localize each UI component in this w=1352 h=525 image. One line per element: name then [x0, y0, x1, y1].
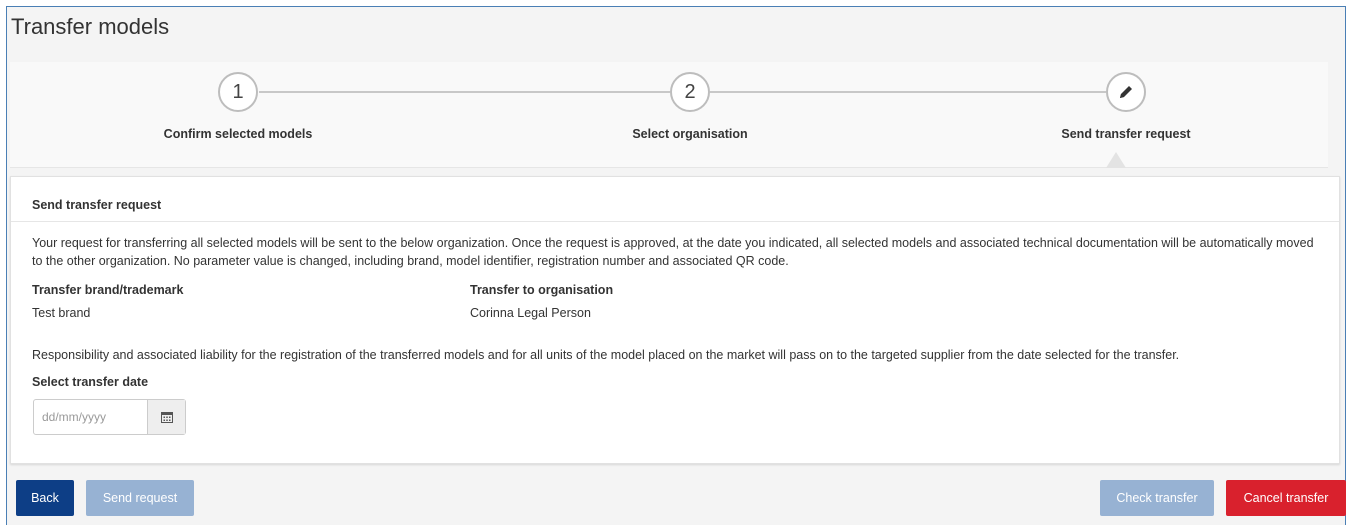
step-2-number: 2 [684, 80, 696, 103]
liability-text: Responsibility and associated liability … [32, 348, 1180, 362]
organisation-value: Corinna Legal Person [470, 306, 591, 320]
date-label: Select transfer date [32, 375, 149, 389]
step-connector-1 [259, 91, 670, 93]
organisation-label: Transfer to organisation [470, 283, 614, 297]
step-1-circle: 1 [218, 72, 258, 112]
step-3-label: Send transfer request [1061, 127, 1191, 141]
calendar-icon [160, 412, 173, 423]
check-transfer-button[interactable]: Check transfer [1100, 480, 1214, 516]
brand-label: Transfer brand/trademark [32, 283, 184, 297]
brand-value: Test brand [32, 306, 91, 320]
transfer-request-card: Send transfer request Your request for t… [10, 176, 1340, 464]
step-2-circle: 2 [670, 72, 710, 112]
send-request-button[interactable]: Send request [86, 480, 194, 516]
progress-stepper: 1 2 Confirm selected models Select organ… [10, 62, 1328, 168]
transfer-date-input[interactable] [34, 400, 147, 434]
step-1-label: Confirm selected models [163, 127, 313, 141]
back-button[interactable]: Back [16, 480, 74, 516]
cancel-transfer-button[interactable]: Cancel transfer [1226, 480, 1346, 516]
page-title: Transfer models [11, 14, 170, 39]
step-1-number: 1 [232, 80, 244, 103]
active-step-pointer [1106, 152, 1126, 168]
step-3-circle [1106, 72, 1146, 112]
step-connector-2 [710, 91, 1106, 93]
card-title: Send transfer request [11, 177, 1339, 222]
calendar-button[interactable] [147, 400, 185, 434]
step-2-label: Select organisation [632, 127, 748, 141]
transfer-date-picker [33, 399, 186, 435]
pencil-icon [1120, 86, 1132, 98]
intro-text: Your request for transferring all select… [32, 236, 1314, 268]
